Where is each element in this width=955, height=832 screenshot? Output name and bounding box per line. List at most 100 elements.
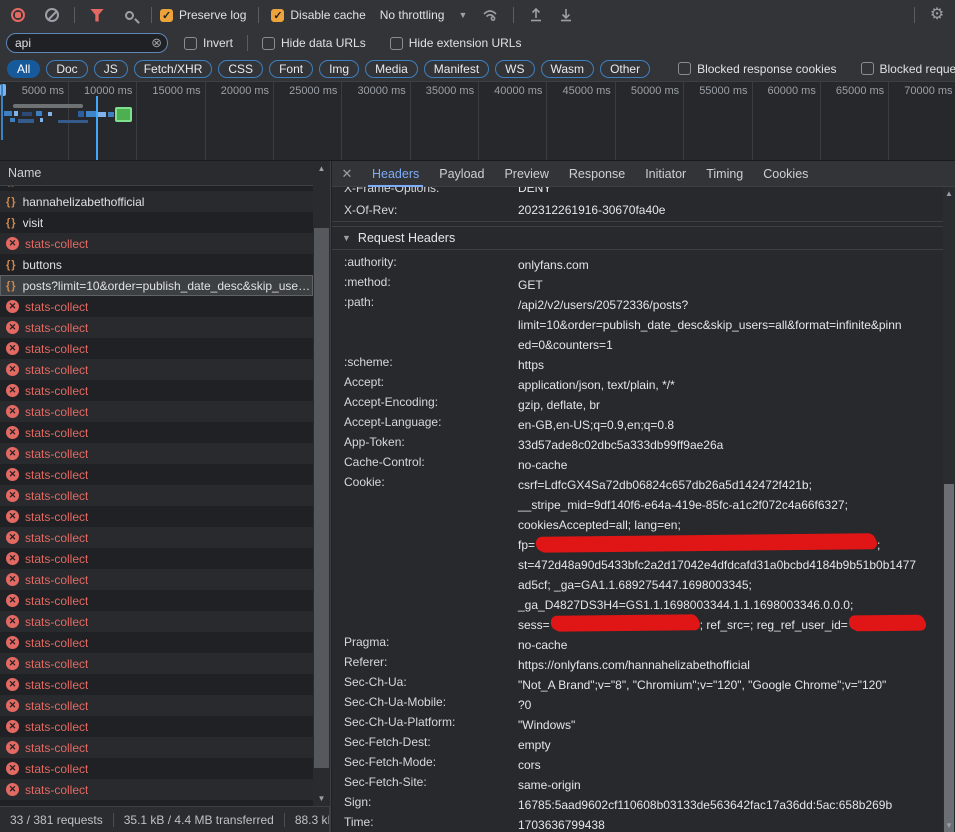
error-icon: ✕: [6, 426, 19, 439]
disable-cache-checkbox[interactable]: Disable cache: [271, 8, 365, 22]
details-scrollbar[interactable]: ▲ ▼: [943, 187, 955, 832]
scroll-down-icon[interactable]: ▼: [943, 821, 955, 830]
request-row[interactable]: ✕stats-collect: [0, 737, 313, 758]
scroll-up-icon[interactable]: ▲: [313, 164, 330, 173]
header-value-line: https://onlyfans.com/hannahelizabethoffi…: [518, 655, 750, 675]
request-name: stats-collect: [25, 636, 88, 650]
request-row[interactable]: {}hannahelizabethofficial: [0, 191, 313, 212]
tab-timing[interactable]: Timing: [696, 161, 753, 187]
clear-button[interactable]: [38, 3, 66, 27]
tab-payload[interactable]: Payload: [429, 161, 494, 187]
network-overview-timeline[interactable]: 5000 ms10000 ms15000 ms20000 ms25000 ms3…: [0, 82, 955, 161]
request-row[interactable]: ✕stats-collect: [0, 485, 313, 506]
filter-chip-css[interactable]: CSS: [218, 60, 263, 78]
request-row[interactable]: ✕stats-collect: [0, 359, 313, 380]
scrollbar-thumb[interactable]: [314, 228, 329, 768]
header-value-lines: no-cache: [518, 635, 567, 655]
toolbar-separator: [258, 7, 259, 23]
filter-input[interactable]: [6, 33, 168, 53]
filter-chip-ws[interactable]: WS: [495, 60, 534, 78]
network-conditions-button[interactable]: [477, 3, 505, 27]
scrollbar-thumb[interactable]: [944, 484, 954, 832]
settings-button[interactable]: ⚙: [923, 3, 951, 27]
request-row[interactable]: ✕stats-collect: [0, 464, 313, 485]
request-row[interactable]: ✕stats-collect: [0, 338, 313, 359]
tab-preview[interactable]: Preview: [494, 161, 558, 187]
header-value-text: en-GB,en-US;q=0.9,en;q=0.8: [518, 415, 674, 435]
filter-chip-media[interactable]: Media: [365, 60, 418, 78]
request-headers-list: :authority:onlyfans.com:method:GET:path:…: [332, 250, 943, 832]
close-details-button[interactable]: ✕: [332, 166, 362, 182]
hide-data-urls-checkbox[interactable]: Hide data URLs: [262, 36, 366, 50]
request-row[interactable]: ✕stats-collect: [0, 590, 313, 611]
filter-chip-all[interactable]: All: [7, 60, 40, 78]
filter-chip-doc[interactable]: Doc: [46, 60, 87, 78]
request-row[interactable]: ✕stats-collect: [0, 758, 313, 779]
filter-chip-img[interactable]: Img: [319, 60, 359, 78]
request-row[interactable]: ✕stats-collect: [0, 695, 313, 716]
request-row[interactable]: {}buttons: [0, 254, 313, 275]
preserve-log-checkbox[interactable]: Preserve log: [160, 8, 246, 22]
request-row[interactable]: {}posts?limit=10&order=publish_date_desc…: [0, 275, 313, 296]
request-row[interactable]: {}visit: [0, 212, 313, 233]
request-row[interactable]: ✕stats-collect: [0, 779, 313, 800]
header-value-text: ;: [877, 535, 880, 555]
name-column-header[interactable]: Name: [0, 161, 330, 186]
header-name: :method:: [332, 275, 518, 295]
request-row[interactable]: ✕stats-collect: [0, 233, 313, 254]
filter-chip-font[interactable]: Font: [269, 60, 313, 78]
tab-cookies[interactable]: Cookies: [753, 161, 818, 187]
scroll-down-icon[interactable]: ▼: [313, 794, 330, 803]
error-icon: ✕: [6, 342, 19, 355]
request-row[interactable]: ✕stats-collect: [0, 296, 313, 317]
filter-chip-manifest[interactable]: Manifest: [424, 60, 489, 78]
throttling-dropdown[interactable]: No throttling ▼: [380, 8, 468, 22]
hide-extension-urls-checkbox[interactable]: Hide extension URLs: [390, 36, 522, 50]
header-name: Sec-Fetch-Mode:: [332, 755, 518, 775]
search-button[interactable]: [115, 3, 143, 27]
blocked-response-cookies-checkbox[interactable]: Blocked response cookies: [678, 62, 836, 76]
filter-chip-other[interactable]: Other: [600, 60, 650, 78]
header-value-line: "Windows": [518, 715, 575, 735]
filter-chip-wasm[interactable]: Wasm: [541, 60, 595, 78]
timeline-gridline: [683, 82, 684, 161]
header-name: Sec-Ch-Ua-Mobile:: [332, 695, 518, 715]
toolbar-separator: [151, 7, 152, 23]
request-row[interactable]: ✕stats-collect: [0, 506, 313, 527]
filter-toggle-button[interactable]: [83, 3, 111, 27]
header-value-text: "Not_A Brand";v="8", "Chromium";v="120",…: [518, 675, 886, 695]
request-name: stats-collect: [25, 468, 88, 482]
request-row[interactable]: ✕stats-collect: [0, 401, 313, 422]
request-row[interactable]: ✕stats-collect: [0, 422, 313, 443]
json-braces-icon: {}: [6, 217, 17, 229]
request-name: stats-collect: [25, 741, 88, 755]
request-row[interactable]: ✕stats-collect: [0, 569, 313, 590]
blocked-requests-checkbox[interactable]: Blocked requests: [861, 62, 955, 76]
header-row: Sec-Ch-Ua-Mobile:?0: [332, 695, 943, 715]
request-row[interactable]: ✕stats-collect: [0, 443, 313, 464]
header-row: Sec-Fetch-Dest:empty: [332, 735, 943, 755]
clear-filter-icon[interactable]: ⊗: [151, 36, 162, 49]
request-row[interactable]: ✕stats-collect: [0, 632, 313, 653]
request-row[interactable]: ✕stats-collect: [0, 716, 313, 737]
request-headers-section-toggle[interactable]: ▼ Request Headers: [332, 226, 943, 250]
tab-initiator[interactable]: Initiator: [635, 161, 696, 187]
record-button[interactable]: [4, 3, 32, 27]
request-row[interactable]: ✕stats-collect: [0, 380, 313, 401]
filter-chip-fetch-xhr[interactable]: Fetch/XHR: [134, 60, 213, 78]
header-value-line: same-origin: [518, 775, 581, 795]
import-har-button[interactable]: [522, 3, 550, 27]
request-row[interactable]: ✕stats-collect: [0, 653, 313, 674]
filter-chip-js[interactable]: JS: [94, 60, 128, 78]
scroll-up-icon[interactable]: ▲: [943, 189, 955, 198]
tab-headers[interactable]: Headers: [362, 161, 429, 187]
request-row[interactable]: ✕stats-collect: [0, 674, 313, 695]
export-har-button[interactable]: [552, 3, 580, 27]
request-row[interactable]: ✕stats-collect: [0, 527, 313, 548]
request-row[interactable]: ✕stats-collect: [0, 317, 313, 338]
request-list-scrollbar[interactable]: ▲ ▼: [313, 161, 330, 806]
request-row[interactable]: ✕stats-collect: [0, 548, 313, 569]
invert-checkbox[interactable]: Invert: [184, 36, 233, 50]
request-row[interactable]: ✕stats-collect: [0, 611, 313, 632]
tab-response[interactable]: Response: [559, 161, 635, 187]
